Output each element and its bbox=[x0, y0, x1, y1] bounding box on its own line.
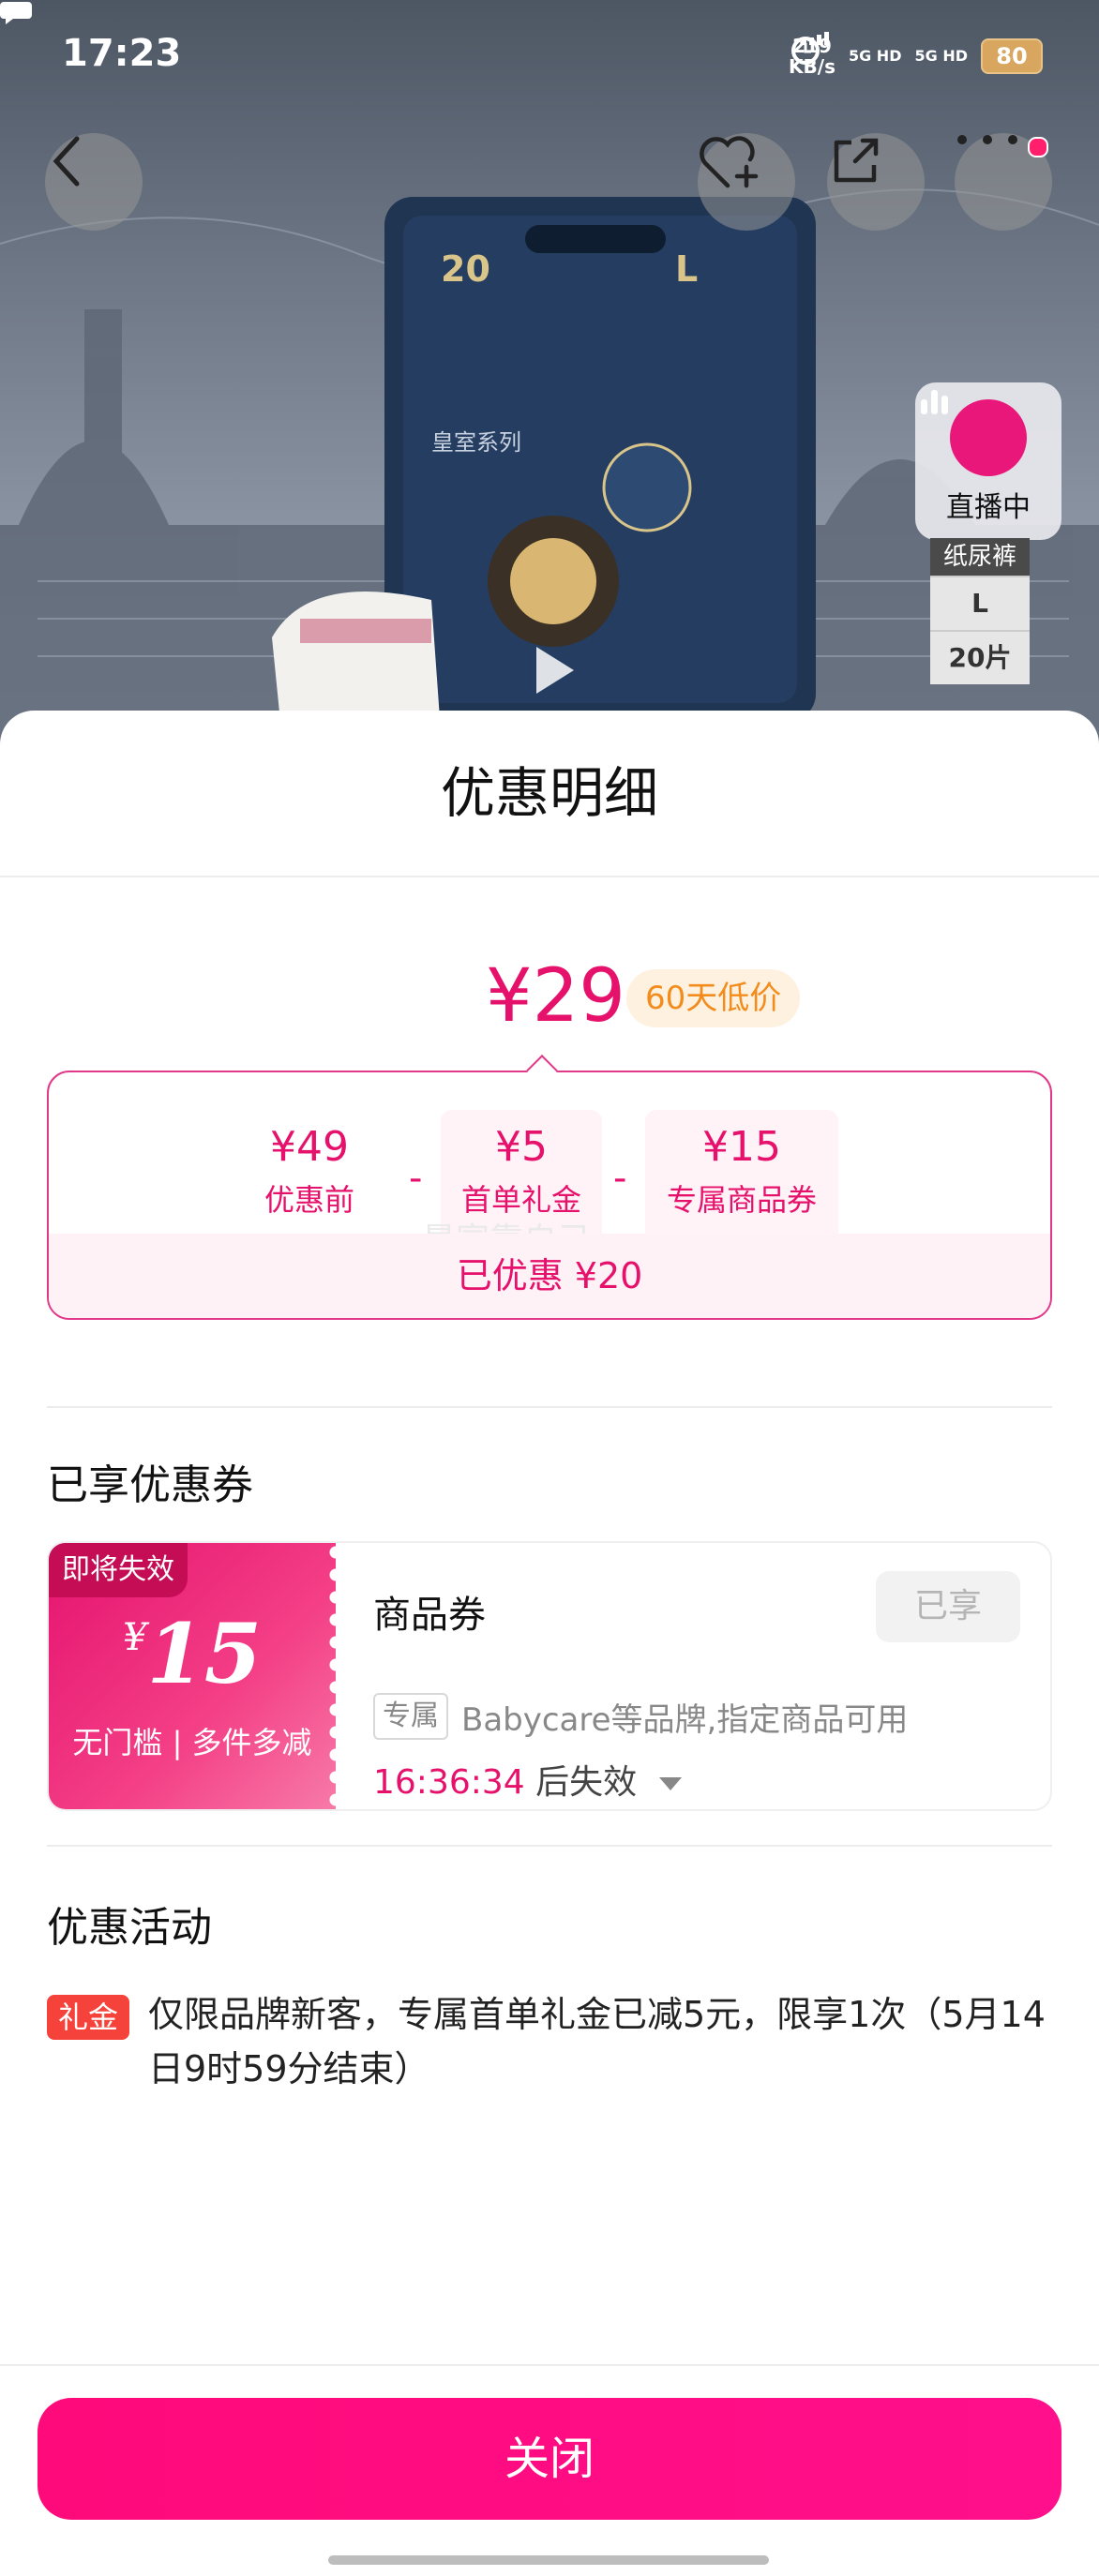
coupon-scope: Babycare等品牌,指定商品可用 bbox=[461, 1700, 909, 1739]
expire-soon-tag: 即将失效 bbox=[49, 1543, 188, 1597]
divider bbox=[47, 1845, 1052, 1847]
activity-section-title: 优惠活动 bbox=[47, 1904, 212, 1952]
low-price-badge: 60天低价 bbox=[626, 969, 801, 1027]
svg-text:L: L bbox=[675, 248, 698, 290]
countdown-suffix: 后失效 bbox=[535, 1763, 638, 1802]
breakdown-exclusive-coupon: ¥15 专属商品券 bbox=[645, 1110, 838, 1247]
svg-text:皇室系列: 皇室系列 bbox=[431, 429, 521, 456]
price-row: ¥29 60天低价 bbox=[0, 954, 1099, 1048]
network-indicator-2: 5G HD bbox=[802, 32, 968, 65]
live-label: 直播中 bbox=[946, 491, 1031, 524]
chevron-left-icon bbox=[53, 136, 80, 187]
countdown: 16:36:34 bbox=[373, 1763, 525, 1802]
divider bbox=[0, 2364, 1099, 2366]
coupon-name: 商品券 bbox=[373, 1594, 486, 1637]
breakdown-original: ¥49 优惠前 bbox=[263, 1123, 354, 1218]
share-icon bbox=[834, 138, 879, 183]
divider bbox=[0, 876, 1099, 877]
coupon-amount: ¥15 bbox=[123, 1605, 262, 1702]
exclusive-tag: 专属 bbox=[373, 1693, 448, 1740]
status-time: 17:23 bbox=[62, 32, 182, 75]
minus-sign: - bbox=[613, 1157, 627, 1200]
total-saved: 已优惠 ¥20 bbox=[49, 1234, 1050, 1318]
spec-title: 纸尿裤 bbox=[930, 538, 1030, 576]
network-indicator-1: 5G HD bbox=[802, 32, 901, 65]
caret-down-icon bbox=[658, 1777, 682, 1790]
coupon-card[interactable]: 即将失效 ¥15 无门槛 | 多件多减 商品券 已享 专属 Babycare等品… bbox=[47, 1541, 1052, 1811]
activity-description: 仅限品牌新客，专属首单礼金已减5元，限享1次（5月14日9时59分结束） bbox=[148, 1994, 1046, 2089]
coupon-section-title: 已享优惠券 bbox=[47, 1461, 253, 1509]
status-bar: 17:23 219 KB/s 5G HD 5G HD 80 bbox=[0, 0, 1099, 112]
sheet-title: 优惠明细 bbox=[440, 761, 658, 825]
signal-icon bbox=[802, 32, 830, 45]
more-icon bbox=[957, 135, 1017, 144]
spec-size: L bbox=[930, 576, 1030, 630]
coupon-description: 专属 Babycare等品牌,指定商品可用 bbox=[373, 1693, 908, 1740]
back-button[interactable] bbox=[45, 133, 143, 231]
price-breakdown: ¥49 优惠前 - ¥5 首单礼金 - ¥15 专属商品券 暴富靠自己 已优惠 … bbox=[47, 1071, 1052, 1320]
home-indicator[interactable] bbox=[328, 2555, 769, 2565]
notification-dot bbox=[1028, 137, 1048, 157]
coupon-status-button[interactable]: 已享 bbox=[876, 1571, 1020, 1642]
spec-count: 20片 bbox=[930, 630, 1030, 684]
chat-icon bbox=[0, 2, 32, 24]
share-button[interactable] bbox=[827, 133, 925, 231]
divider bbox=[47, 1406, 1052, 1408]
coupon-condition: 无门槛 | 多件多减 bbox=[72, 1725, 312, 1760]
minus-sign: - bbox=[409, 1157, 423, 1200]
favorite-button[interactable] bbox=[698, 133, 795, 231]
product-spec-card: 纸尿裤 L 20片 bbox=[930, 538, 1030, 684]
coupon-value-panel: 即将失效 ¥15 无门槛 | 多件多减 bbox=[49, 1543, 343, 1809]
svg-text:20: 20 bbox=[441, 248, 490, 290]
live-icon bbox=[921, 390, 1027, 476]
product-image-area: 20 L 皇室系列 17:23 219 KB/s 5G HD 5G HD 80 … bbox=[0, 0, 1099, 750]
final-price: ¥29 bbox=[486, 954, 625, 1039]
coupon-timer[interactable]: 16:36:34 后失效 bbox=[373, 1755, 682, 1804]
battery-indicator: 80 bbox=[981, 38, 1043, 74]
close-button[interactable]: 关闭 bbox=[38, 2398, 1061, 2520]
live-button[interactable]: 直播中 bbox=[915, 382, 1061, 540]
discount-detail-sheet: 优惠明细 ¥29 60天低价 ¥49 优惠前 - ¥5 首单礼金 - ¥15 专… bbox=[0, 711, 1099, 2576]
gift-tag: 礼金 bbox=[47, 1995, 130, 2040]
heart-plus-icon bbox=[700, 136, 759, 188]
bars-icon bbox=[921, 390, 948, 414]
